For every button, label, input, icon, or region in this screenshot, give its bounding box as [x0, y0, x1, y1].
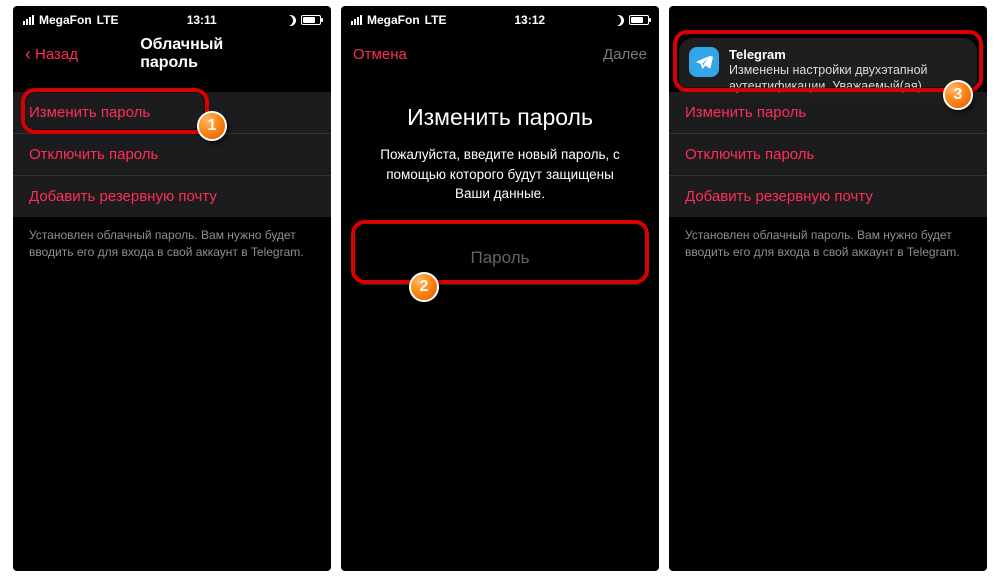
- battery-icon: [301, 15, 321, 25]
- notification-body: Изменены настройки двухэтапной аутентифи…: [729, 62, 967, 95]
- carrier-label: MegaFon: [39, 13, 92, 27]
- telegram-icon: [689, 47, 719, 77]
- notification-title: Telegram: [729, 47, 967, 62]
- menu-group: Изменить пароль Отключить пароль Добавит…: [13, 92, 331, 217]
- menu-disable-password[interactable]: Отключить пароль: [669, 134, 987, 176]
- menu-add-email[interactable]: Добавить резервную почту: [13, 176, 331, 217]
- chevron-left-icon: ‹: [25, 45, 31, 63]
- status-time: 13:12: [514, 13, 545, 27]
- back-button[interactable]: ‹ Назад: [25, 45, 78, 63]
- dnd-icon: [285, 15, 296, 26]
- footer-text: Установлен облачный пароль. Вам нужно бу…: [669, 217, 987, 261]
- change-password-title: Изменить пароль: [365, 104, 635, 131]
- signal-icon: [351, 15, 362, 25]
- signal-icon: [23, 15, 34, 25]
- navbar: ‹ Назад Облачный пароль: [13, 34, 331, 74]
- status-bar: MegaFon LTE 13:12: [341, 6, 659, 34]
- carrier-label: MegaFon: [367, 13, 420, 27]
- next-button[interactable]: Далее: [603, 46, 647, 63]
- screen-2: MegaFon LTE 13:12 Отмена Далее Изменить …: [341, 6, 659, 571]
- password-input[interactable]: [359, 238, 641, 285]
- menu-add-email[interactable]: Добавить резервную почту: [669, 176, 987, 217]
- navbar: Отмена Далее: [341, 34, 659, 74]
- back-label: Назад: [35, 46, 78, 63]
- screen-1: MegaFon LTE 13:11 ‹ Назад Облачный парол…: [13, 6, 331, 571]
- notification[interactable]: Telegram Изменены настройки двухэтапной …: [679, 38, 977, 104]
- menu-group: Изменить пароль Отключить пароль Добавит…: [669, 92, 987, 217]
- menu-change-password[interactable]: Изменить пароль: [13, 92, 331, 134]
- screen-3: Изменить пароль Отключить пароль Добавит…: [669, 6, 987, 571]
- network-label: LTE: [97, 13, 119, 27]
- status-time: 13:11: [187, 13, 217, 27]
- status-bar: MegaFon LTE 13:11: [13, 6, 331, 34]
- dnd-icon: [613, 15, 624, 26]
- page-title: Облачный пароль: [140, 36, 267, 72]
- cancel-button[interactable]: Отмена: [353, 46, 407, 63]
- footer-text: Установлен облачный пароль. Вам нужно бу…: [13, 217, 331, 261]
- change-password-desc: Пожалуйста, введите новый пароль, с помо…: [365, 145, 635, 204]
- menu-disable-password[interactable]: Отключить пароль: [13, 134, 331, 176]
- network-label: LTE: [425, 13, 447, 27]
- battery-icon: [629, 15, 649, 25]
